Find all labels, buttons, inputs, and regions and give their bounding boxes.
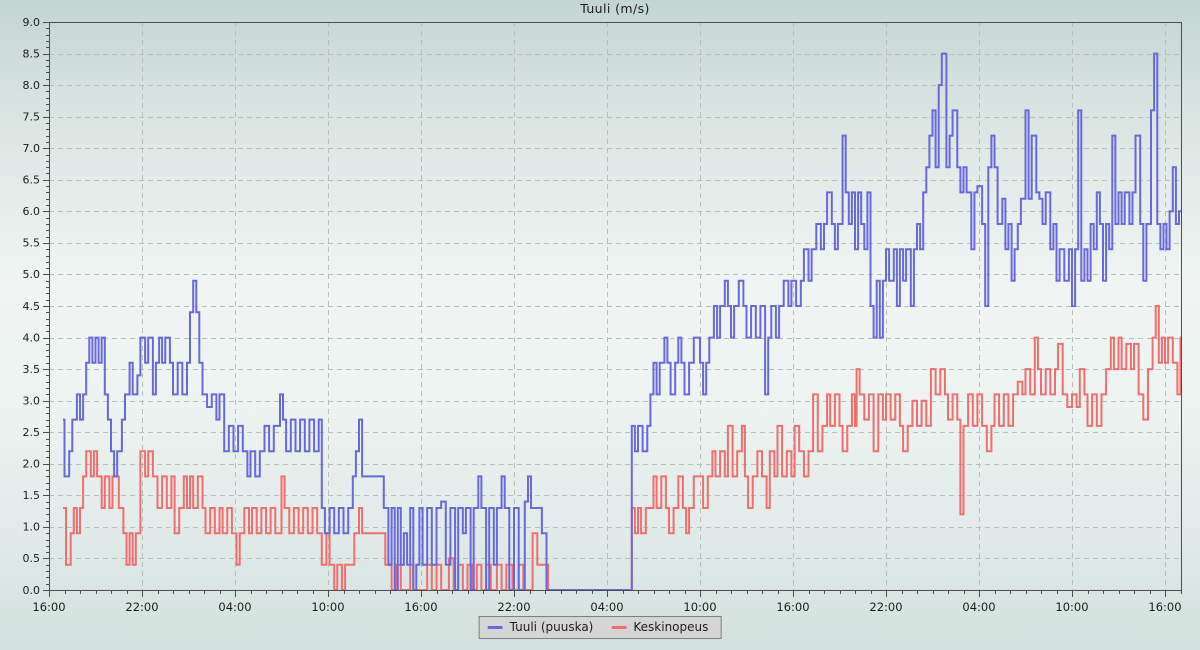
x-axis-labels: 16:00 22:00 04:00 10:00 16:00 22:00 04:00 10:00… — [32, 600, 1181, 614]
x-tick-label: 10:00 — [683, 600, 716, 614]
legend-swatch-average-line — [611, 626, 626, 629]
wind-chart-page: Tuuli (m/s) 0.00.51.01.52.02.53.03.54.04… — [0, 0, 1200, 650]
x-tick-label: 10:00 — [1055, 600, 1088, 614]
x-tick-label: 10:00 — [311, 600, 344, 614]
legend-swatch-gust-line — [488, 626, 503, 629]
legend-item-average: Keskinopeus — [611, 620, 708, 634]
series-group — [63, 54, 1181, 590]
y-tick-label: 0.5 — [23, 552, 41, 565]
x-tick-label: 22:00 — [869, 600, 902, 614]
x-tick-label: 16:00 — [1148, 600, 1181, 614]
legend-label-gust: Tuuli (puuska) — [510, 620, 594, 634]
x-tick-label: 04:00 — [218, 600, 251, 614]
y-tick-label: 2.0 — [23, 458, 41, 471]
x-tick-label: 22:00 — [125, 600, 158, 614]
series-keskinopeus — [63, 306, 1181, 590]
y-tick-label: 4.5 — [23, 300, 41, 313]
y-tick-label: 6.0 — [23, 205, 41, 218]
x-tick-label: 22:00 — [497, 600, 530, 614]
x-tick-label: 16:00 — [776, 600, 809, 614]
y-tick-label: 5.0 — [23, 268, 41, 281]
y-axis-labels: 0.0 0.5 1.0 1.5 2.0 2.5 3.0 3.5 4.0 4.5 5.0 5.5 6.0 6… — [23, 16, 41, 597]
y-tick-label: 5.5 — [23, 237, 41, 250]
legend: Tuuli (puuska) Keskinopeus — [479, 616, 722, 639]
chart-canvas: 0.0 0.5 1.0 1.5 2.0 2.5 3.0 3.5 4.0 4.5 5.0 5.5 6.0 6… — [0, 0, 1200, 650]
y-tick-label: 2.5 — [23, 426, 41, 439]
y-tick-label: 7.5 — [23, 110, 41, 123]
axis-ticks — [43, 23, 1182, 598]
legend-item-gust: Tuuli (puuska) — [488, 620, 594, 634]
y-tick-label: 3.0 — [23, 394, 41, 407]
y-tick-label: 1.0 — [23, 521, 41, 534]
y-tick-label: 7.0 — [23, 142, 41, 155]
y-tick-label: 9.0 — [23, 16, 41, 29]
legend-label-average: Keskinopeus — [633, 620, 708, 634]
x-tick-label: 04:00 — [590, 600, 623, 614]
y-tick-label: 0.0 — [23, 584, 41, 597]
y-tick-label: 6.5 — [23, 174, 41, 187]
plot-frame — [50, 23, 1182, 591]
x-tick-label: 16:00 — [404, 600, 437, 614]
x-tick-label: 04:00 — [962, 600, 995, 614]
gridlines — [49, 22, 1181, 590]
x-tick-label: 16:00 — [32, 600, 65, 614]
y-tick-label: 4.0 — [23, 331, 41, 344]
y-tick-label: 1.5 — [23, 489, 41, 502]
series-puuska — [63, 54, 1181, 590]
y-tick-label: 8.0 — [23, 79, 41, 92]
y-tick-label: 3.5 — [23, 363, 41, 376]
y-tick-label: 8.5 — [23, 47, 41, 60]
